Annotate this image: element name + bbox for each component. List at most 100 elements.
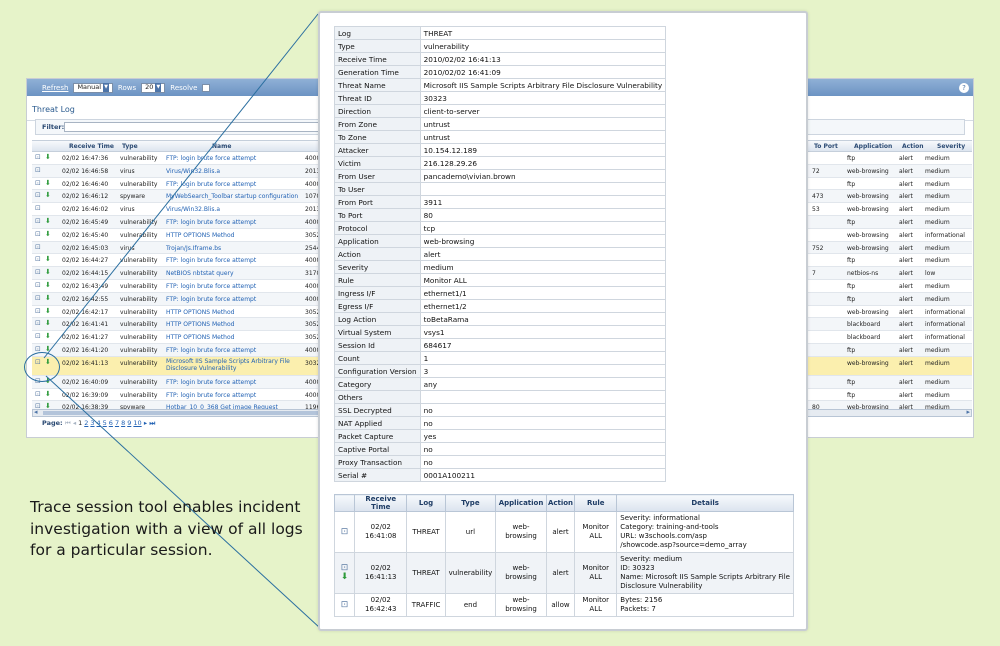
detail-line: Bytes: 2156 — [620, 596, 663, 604]
rule: Monitor ALL — [574, 552, 618, 594]
detail-row: To Zone untrust — [334, 130, 667, 144]
detail-row: Attacker 10.154.12.189 — [334, 143, 667, 157]
detail-value: web-browsing — [419, 234, 667, 248]
detail-key: Packet Capture — [334, 429, 421, 443]
detail-key: Ingress I/F — [334, 286, 421, 300]
detail-key: From Port — [334, 195, 421, 209]
detail-row: Severity medium — [334, 260, 667, 274]
session-logs-table: Receive Time Log Type Application Action Rule… — [333, 494, 794, 617]
detail-row: Ingress I/F ethernet1/1 — [334, 286, 667, 300]
detail-key: Protocol — [334, 221, 421, 235]
detail-row: Captive Portal no — [334, 442, 667, 456]
detail-row: Protocol tcp — [334, 221, 667, 235]
detail-row: Virtual System vsys1 — [334, 325, 667, 339]
detail-value: vulnerability — [419, 39, 667, 53]
log-details-icon[interactable]: ⊡ — [341, 600, 349, 610]
detail-line: Name: Microsoft IIS Sample Scripts Arbit… — [620, 573, 790, 581]
detail-value: pancademo\vivian.brown — [419, 169, 667, 183]
rule: Monitor ALL — [574, 511, 618, 553]
log-details-icon[interactable]: ⊡ — [341, 527, 349, 537]
callout-line-top — [43, 13, 319, 359]
column-header[interactable]: Log — [406, 494, 446, 512]
detail-row: Victim 216.128.29.26 — [334, 156, 667, 170]
column-header[interactable]: Action — [545, 494, 576, 512]
detail-value: no — [419, 455, 667, 469]
detail-line: Category: training-and-tools — [620, 523, 719, 531]
column-header[interactable]: Type — [444, 494, 497, 512]
threat-type: url — [444, 511, 497, 553]
column-header[interactable]: Details — [616, 494, 794, 512]
detail-value: 1 — [419, 351, 667, 365]
log-detail-table: Log THREAT Type vulnerability Receive Time 20… — [334, 26, 667, 482]
session-row[interactable]: ⊡ ⬇ 02/02 16:41:13 THREAT vulnerability web-… — [333, 552, 794, 594]
detail-line: /showcode.asp?source=demo_array — [620, 541, 747, 549]
highlight-circle — [24, 352, 60, 382]
detail-value: untrust — [419, 117, 667, 131]
session-row[interactable]: ⊡ 02/02 16:42:43 TRAFFIC end web-browsing all… — [333, 593, 794, 617]
detail-row: Log Action toBetaRama — [334, 312, 667, 326]
log-type: TRAFFIC — [406, 593, 446, 617]
detail-row: Receive Time 2010/02/02 16:41:13 — [334, 52, 667, 66]
detail-value: 2010/02/02 16:41:13 — [419, 52, 667, 66]
detail-key: Receive Time — [334, 52, 421, 66]
detail-key: From User — [334, 169, 421, 183]
detail-value: 0001A100211 — [419, 468, 667, 482]
detail-value: tcp — [419, 221, 667, 235]
receive-time: 02/02 16:42:43 — [354, 593, 408, 617]
details-cell: Bytes: 2156 Packets: 7 — [616, 593, 794, 617]
detail-row: Count 1 — [334, 351, 667, 365]
detail-key: SSL Decrypted — [334, 403, 421, 417]
details-cell: Severity: informational Category: trainin… — [616, 511, 794, 553]
detail-key: Generation Time — [334, 65, 421, 79]
detail-value: 2010/02/02 16:41:09 — [419, 65, 667, 79]
detail-value: THREAT — [419, 26, 667, 40]
detail-row: Threat ID 30323 — [334, 91, 667, 105]
detail-value: vsys1 — [419, 325, 667, 339]
application: web-browsing — [495, 552, 547, 594]
detail-row: Configuration Version 3 — [334, 364, 667, 378]
detail-row: Action alert — [334, 247, 667, 261]
detail-value: client-to-server — [419, 104, 667, 118]
detail-row: Rule Monitor ALL — [334, 273, 667, 287]
detail-row: Threat Name Microsoft IIS Sample Scripts … — [334, 78, 667, 92]
detail-row: From Zone untrust — [334, 117, 667, 131]
detail-value: 3 — [419, 364, 667, 378]
detail-key: Virtual System — [334, 325, 421, 339]
column-header[interactable]: Rule — [574, 494, 618, 512]
detail-key: Count — [334, 351, 421, 365]
application: web-browsing — [495, 593, 547, 617]
column-header[interactable]: Receive Time — [354, 494, 408, 512]
detail-key: Configuration Version — [334, 364, 421, 378]
detail-key: Category — [334, 377, 421, 391]
log-type: THREAT — [406, 511, 446, 553]
detail-value: untrust — [419, 130, 667, 144]
detail-row: SSL Decrypted no — [334, 403, 667, 417]
detail-key: NAT Applied — [334, 416, 421, 430]
detail-row: Log THREAT — [334, 26, 667, 40]
detail-row: Others — [334, 390, 667, 404]
detail-key: Egress I/F — [334, 299, 421, 313]
detail-key: Action — [334, 247, 421, 261]
detail-value: no — [419, 416, 667, 430]
detail-key: Direction — [334, 104, 421, 118]
application: web-browsing — [495, 511, 547, 553]
column-header[interactable]: Application — [495, 494, 547, 512]
download-pcap-icon[interactable]: ⬇ — [341, 572, 349, 582]
session-header-row: Receive Time Log Type Application Action Rule… — [333, 494, 794, 512]
detail-key: To User — [334, 182, 421, 196]
detail-key: Threat Name — [334, 78, 421, 92]
detail-value: ethernet1/1 — [419, 286, 667, 300]
detail-row: Egress I/F ethernet1/2 — [334, 299, 667, 313]
detail-value: toBetaRama — [419, 312, 667, 326]
detail-row: Packet Capture yes — [334, 429, 667, 443]
detail-value — [419, 182, 667, 196]
detail-key: Severity — [334, 260, 421, 274]
detail-key: To Zone — [334, 130, 421, 144]
detail-row: Proxy Transaction no — [334, 455, 667, 469]
detail-row: To Port 80 — [334, 208, 667, 222]
detail-key: Application — [334, 234, 421, 248]
detail-key: Others — [334, 390, 421, 404]
action: alert — [545, 511, 576, 553]
session-row[interactable]: ⊡ 02/02 16:41:08 THREAT url web-browsing aler… — [333, 511, 794, 553]
detail-row: NAT Applied no — [334, 416, 667, 430]
